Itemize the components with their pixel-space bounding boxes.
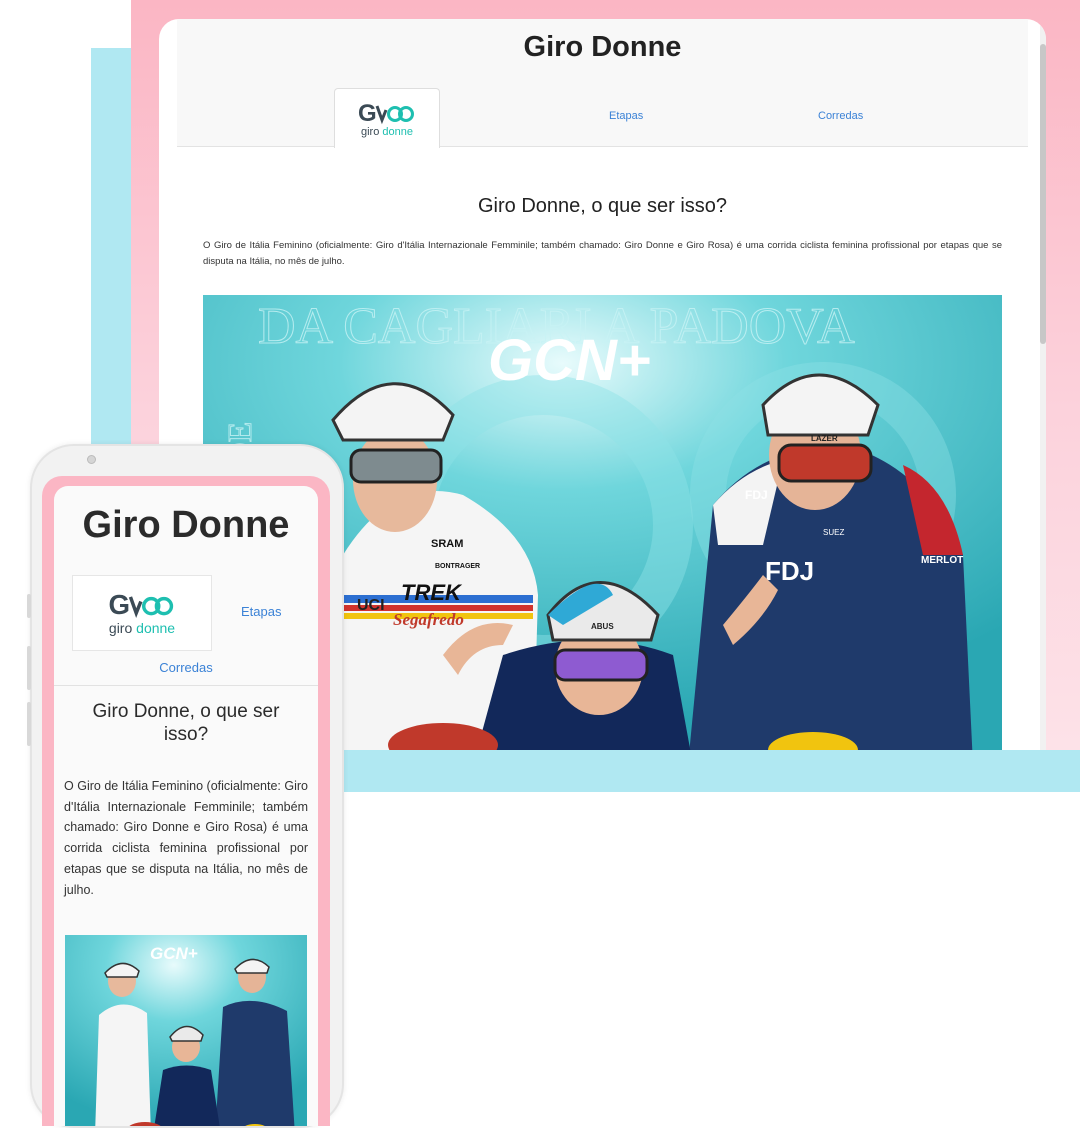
svg-text:LAZER: LAZER (811, 434, 838, 443)
tab-home-logo[interactable]: G giro donne (334, 88, 440, 148)
mobile-giro-logo-wordmark: giro donne (108, 620, 176, 636)
phone-mockup: Giro Donne G giro donne Etapas Corredas (27, 444, 344, 1128)
svg-text:MERLOT: MERLOT (921, 555, 963, 566)
mobile-giro-logo-mark: G (107, 590, 177, 620)
svg-text:SUEZ: SUEZ (823, 528, 844, 537)
phone-volume-down-button (27, 702, 31, 746)
mobile-giro-logo-icon: G (109, 590, 174, 620)
svg-text:G: G (358, 100, 378, 126)
svg-text:ABUS: ABUS (591, 622, 614, 631)
section-title: Giro Donne, o que ser isso? (477, 195, 728, 217)
giro-logo-mark: G (358, 100, 416, 126)
svg-text:G: G (109, 590, 132, 620)
svg-text:BONTRAGER: BONTRAGER (435, 563, 480, 570)
mobile-tab-home-logo[interactable]: G giro donne (72, 575, 212, 651)
tab-etapas[interactable]: Etapas (609, 110, 643, 122)
svg-text:FDJ: FDJ (765, 556, 814, 586)
mobile-photo-gcn-logo: GCN+ (150, 944, 198, 963)
phone-screen: Giro Donne G giro donne Etapas Corredas (42, 476, 330, 1126)
mobile-section-title: Giro Donne, o que ser isso? (92, 701, 280, 745)
mobile-page-title: Giro Donne (82, 504, 290, 546)
giro-logo-wordmark: giro donne (361, 125, 413, 138)
photo-gcn-logo: GCN+ (488, 328, 651, 393)
svg-text:Segafredo: Segafredo (393, 610, 464, 629)
svg-text:UCI: UCI (357, 597, 385, 614)
desktop-scrollbar[interactable] (1040, 19, 1046, 750)
giro-logo-icon: G (358, 100, 414, 126)
phone-volume-up-button (27, 646, 31, 690)
intro-paragraph: O Giro de Itália Feminino (oficialmente:… (203, 240, 1002, 267)
mobile-intro-paragraph: O Giro de Itália Feminino (oficialmente:… (64, 779, 308, 897)
mobile-nav-divider (54, 685, 318, 686)
mobile-race-promo-image: GCN+ (65, 935, 307, 1126)
phone-side-button (27, 594, 31, 618)
mobile-page: Giro Donne G giro donne Etapas Corredas (54, 486, 318, 1126)
svg-text:SRAM: SRAM (431, 538, 463, 550)
desktop-header: Giro Donne G giro donne Etapas Corredas (177, 19, 1028, 148)
mobile-tab-corredas[interactable]: Corredas (54, 660, 318, 675)
desktop-scrollbar-thumb[interactable] (1040, 44, 1046, 344)
svg-text:FDJ: FDJ (745, 488, 768, 502)
svg-text:TREK: TREK (401, 580, 463, 605)
decor-cyan-strip-bottom (300, 750, 1080, 792)
mobile-tab-etapas[interactable]: Etapas (241, 604, 281, 619)
tab-corredas[interactable]: Corredas (818, 110, 863, 122)
phone-camera (87, 455, 96, 464)
page-title: Giro Donne (523, 31, 682, 63)
